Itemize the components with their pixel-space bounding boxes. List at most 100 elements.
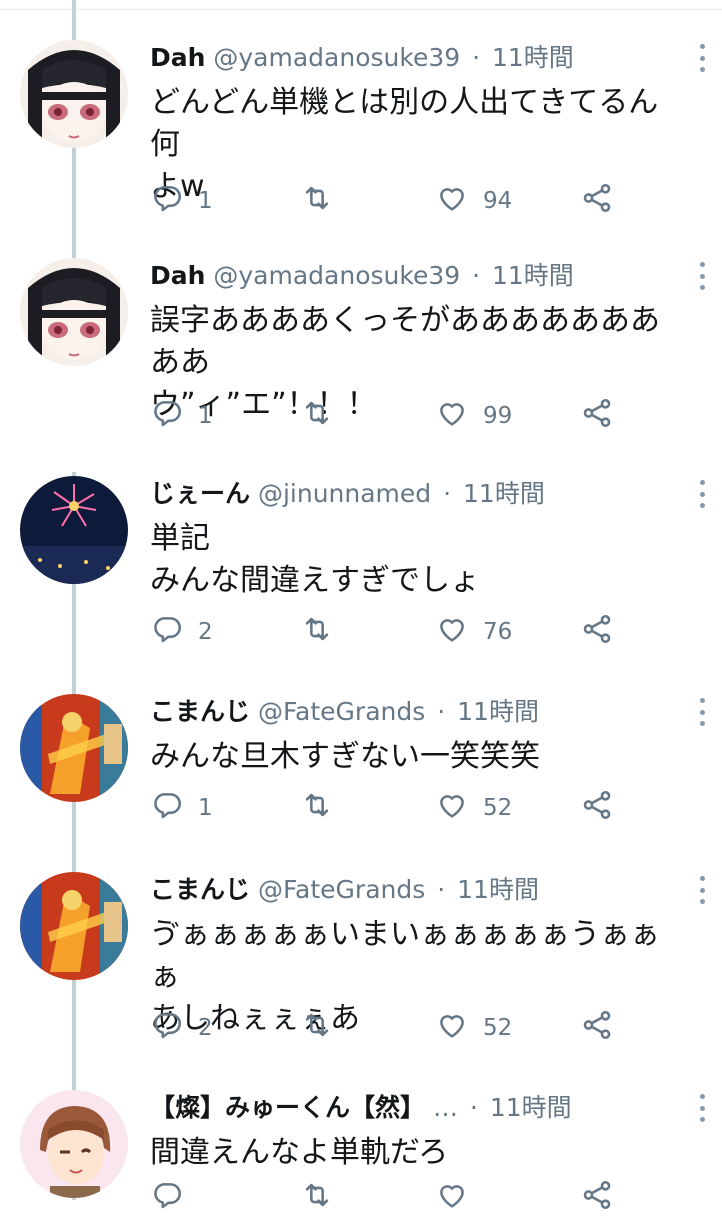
reply-icon	[150, 396, 184, 436]
share-button[interactable]	[580, 183, 614, 219]
timestamp[interactable]: 11時間	[457, 697, 539, 726]
tweet-actions: 1 99	[150, 398, 710, 434]
retweet-icon	[300, 181, 334, 221]
tweet-body: じぇーん @jinunnamed · 11時間 単記 みんな間違えすぎでしょ	[150, 476, 705, 602]
reply-count: 1	[198, 795, 213, 821]
username[interactable]: @yamadanosuke39	[213, 43, 460, 72]
display-name[interactable]: こまんじ	[150, 875, 250, 904]
like-button[interactable]: 52	[435, 1010, 512, 1046]
reply-button[interactable]: 2	[150, 1010, 213, 1046]
reply-icon	[150, 181, 184, 221]
more-icon[interactable]	[692, 262, 712, 290]
username[interactable]: @jinunnamed	[258, 479, 431, 508]
share-icon	[580, 181, 614, 221]
more-icon[interactable]	[692, 698, 712, 726]
tweet-actions	[150, 1180, 710, 1216]
share-button[interactable]	[580, 398, 614, 434]
reply-count: 1	[198, 403, 213, 429]
reply-icon	[150, 1008, 184, 1048]
like-icon	[435, 181, 469, 221]
more-icon[interactable]	[692, 44, 712, 72]
tweet-actions: 1 52	[150, 790, 710, 826]
timestamp[interactable]: 11時間	[492, 43, 574, 72]
share-button[interactable]	[580, 1180, 614, 1216]
tweet-header: 【燦】みゅーくん【然】 … · 11時間	[150, 1090, 682, 1126]
avatar[interactable]	[20, 694, 128, 802]
reply-button[interactable]: 1	[150, 183, 213, 219]
reply-button[interactable]	[150, 1180, 198, 1216]
tweet-actions: 2 76	[150, 614, 710, 650]
tweet-text: みんな旦木すぎない一笑笑笑	[150, 739, 540, 774]
avatar[interactable]	[20, 258, 128, 366]
share-icon	[580, 788, 614, 828]
share-button[interactable]	[580, 1010, 614, 1046]
timestamp[interactable]: 11時間	[492, 261, 574, 290]
like-count: 52	[483, 1015, 513, 1041]
top-divider	[0, 9, 722, 10]
tweet-header: こまんじ @FateGrands · 11時間	[150, 872, 682, 908]
avatar[interactable]	[20, 40, 128, 148]
display-name[interactable]: こまんじ	[150, 697, 250, 726]
retweet-icon	[300, 1008, 334, 1048]
tweet-text: 間違えんなよ単軌だろ	[150, 1135, 449, 1170]
tweet-actions: 1 94	[150, 183, 710, 219]
separator-dot: ·	[437, 697, 446, 726]
more-icon[interactable]	[692, 1094, 712, 1122]
separator-dot: ·	[443, 479, 452, 508]
retweet-icon	[300, 396, 334, 436]
retweet-button[interactable]	[300, 183, 334, 219]
reply-icon	[150, 612, 184, 652]
timestamp[interactable]: 11時間	[457, 875, 539, 904]
retweet-button[interactable]	[300, 1010, 334, 1046]
share-button[interactable]	[580, 790, 614, 826]
retweet-button[interactable]	[300, 614, 334, 650]
display-name[interactable]: 【燦】みゅーくん【然】	[150, 1093, 425, 1122]
share-icon	[580, 612, 614, 652]
like-button[interactable]: 99	[435, 398, 512, 434]
display-name[interactable]: Dah	[150, 261, 205, 290]
retweet-button[interactable]	[300, 398, 334, 434]
retweet-button[interactable]	[300, 1180, 334, 1216]
reply-button[interactable]: 2	[150, 614, 213, 650]
reply-button[interactable]: 1	[150, 398, 213, 434]
username[interactable]: …	[433, 1093, 458, 1122]
like-icon	[435, 396, 469, 436]
tweet-body: こまんじ @FateGrands · 11時間 みんな旦木すぎない一笑笑笑	[150, 694, 705, 778]
share-icon	[580, 396, 614, 436]
retweet-icon	[300, 1178, 334, 1218]
timestamp[interactable]: 11時間	[490, 1093, 572, 1122]
like-button[interactable]	[435, 1180, 483, 1216]
retweet-button[interactable]	[300, 790, 334, 826]
tweet-header: Dah @yamadanosuke39 · 11時間	[150, 40, 682, 76]
reply-icon	[150, 1178, 184, 1218]
separator-dot: ·	[437, 875, 446, 904]
display-name[interactable]: Dah	[150, 43, 205, 72]
tweet-header: Dah @yamadanosuke39 · 11時間	[150, 258, 682, 294]
share-icon	[580, 1008, 614, 1048]
display-name[interactable]: じぇーん	[150, 479, 250, 508]
avatar[interactable]	[20, 476, 128, 584]
more-icon[interactable]	[692, 480, 712, 508]
reply-button[interactable]: 1	[150, 790, 213, 826]
username[interactable]: @FateGrands	[258, 875, 425, 904]
like-button[interactable]: 76	[435, 614, 512, 650]
username[interactable]: @FateGrands	[258, 697, 425, 726]
share-button[interactable]	[580, 614, 614, 650]
like-button[interactable]: 52	[435, 790, 512, 826]
like-button[interactable]: 94	[435, 183, 512, 219]
like-count: 76	[483, 619, 513, 645]
like-icon	[435, 788, 469, 828]
more-icon[interactable]	[692, 876, 712, 904]
like-icon	[435, 1008, 469, 1048]
like-count: 52	[483, 795, 513, 821]
avatar[interactable]	[20, 1090, 128, 1198]
separator-dot: ·	[472, 261, 481, 290]
avatar[interactable]	[20, 872, 128, 980]
username[interactable]: @yamadanosuke39	[213, 261, 460, 290]
separator-dot: ·	[469, 1093, 478, 1122]
like-icon	[435, 1178, 469, 1218]
reply-icon	[150, 788, 184, 828]
separator-dot: ·	[472, 43, 481, 72]
timestamp[interactable]: 11時間	[463, 479, 545, 508]
tweet-body: 【燦】みゅーくん【然】 … · 11時間 間違えんなよ単軌だろ	[150, 1090, 705, 1174]
